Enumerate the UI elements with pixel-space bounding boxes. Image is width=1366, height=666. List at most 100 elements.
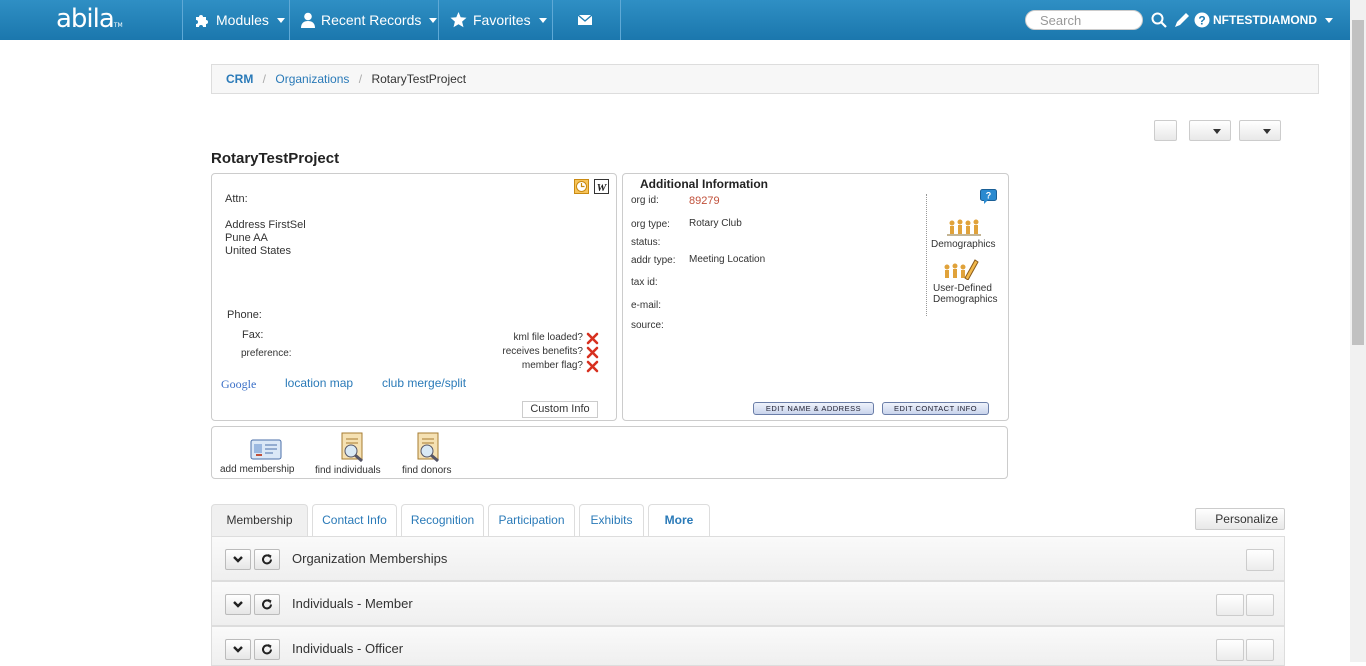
section-title: Individuals - Officer xyxy=(292,641,404,656)
tab-recognition[interactable]: Recognition xyxy=(401,504,484,536)
section-action-button[interactable] xyxy=(1216,594,1244,616)
address-line-3: United States xyxy=(225,245,292,257)
breadcrumb-separator: / xyxy=(358,72,363,86)
addr-type-label: addr type: xyxy=(631,255,676,266)
section-action-button[interactable] xyxy=(1246,594,1274,616)
recent-records-label: Recent Records xyxy=(321,12,422,28)
user-defined-demographics-icon[interactable] xyxy=(943,258,979,280)
refresh-button[interactable] xyxy=(254,639,280,660)
modules-menu[interactable]: Modules xyxy=(194,0,285,40)
club-merge-split-link[interactable]: club merge/split xyxy=(382,376,466,390)
refresh-button[interactable] xyxy=(254,549,280,570)
find-donors-icon[interactable] xyxy=(415,432,443,462)
user-defined-label-2[interactable]: Demographics xyxy=(933,294,997,305)
mail-button[interactable] xyxy=(578,0,592,40)
receives-benefits-label: receives benefits? xyxy=(502,346,583,357)
tab-exhibits[interactable]: Exhibits xyxy=(579,504,644,536)
tab-more[interactable]: More xyxy=(648,504,710,536)
add-membership-link[interactable]: add membership xyxy=(220,464,294,475)
find-donors-link[interactable]: find donors xyxy=(402,465,451,476)
find-individuals-icon[interactable] xyxy=(339,432,367,462)
favorites-label: Favorites xyxy=(473,12,531,28)
clock-icon[interactable] xyxy=(574,179,589,194)
breadcrumb-crm[interactable]: CRM xyxy=(226,72,253,86)
collapse-button[interactable] xyxy=(225,639,251,660)
status-label: status: xyxy=(631,237,661,248)
tab-contact-info[interactable]: Contact Info xyxy=(312,504,397,536)
svg-text:?: ? xyxy=(1198,14,1205,28)
nav-divider xyxy=(438,0,439,40)
page-scrollbar[interactable] xyxy=(1350,0,1366,662)
favorites-menu[interactable]: Favorites xyxy=(450,0,547,40)
personalize-button[interactable]: Personalize xyxy=(1195,508,1285,530)
membership-card-icon[interactable] xyxy=(250,437,282,461)
help-bubble-icon[interactable]: ? xyxy=(980,189,997,205)
caret-down-icon xyxy=(1325,17,1333,23)
org-type-value: Rotary Club xyxy=(689,218,742,229)
recent-records-menu[interactable]: Recent Records xyxy=(301,0,438,40)
caret-down-icon xyxy=(276,17,285,23)
toolbar-button[interactable] xyxy=(1154,120,1177,141)
top-navbar: abilaTM Modules Recent Records Favorites… xyxy=(0,0,1350,40)
additional-info-panel: Additional Information org id: 89279 org… xyxy=(622,173,1009,421)
phone-label: Phone: xyxy=(227,309,262,321)
chevron-down-icon xyxy=(233,556,243,563)
demographics-link[interactable]: Demographics xyxy=(931,239,995,250)
section-title: Individuals - Member xyxy=(292,596,413,611)
custom-info-button[interactable]: Custom Info xyxy=(522,401,598,418)
section-organization-memberships: Organization Memberships xyxy=(211,536,1285,581)
google-logo: Google xyxy=(221,377,257,391)
source-label: source: xyxy=(631,320,664,331)
section-title: Organization Memberships xyxy=(292,551,448,566)
nav-divider xyxy=(182,0,183,40)
x-mark-icon xyxy=(586,332,599,345)
search-icon[interactable] xyxy=(1151,12,1167,28)
section-individuals-member: Individuals - Member xyxy=(211,581,1285,626)
scrollbar-thumb[interactable] xyxy=(1352,20,1364,345)
x-mark-icon xyxy=(586,346,599,359)
member-flag-label: member flag? xyxy=(521,360,583,371)
search-input[interactable]: Search xyxy=(1025,10,1143,30)
tax-id-label: tax id: xyxy=(631,277,658,288)
additional-info-title: Additional Information xyxy=(640,177,768,191)
attn-label: Attn: xyxy=(225,193,248,205)
divider xyxy=(926,194,927,316)
refresh-button[interactable] xyxy=(254,594,280,615)
star-icon xyxy=(450,12,467,28)
puzzle-icon xyxy=(196,15,208,27)
location-map-link[interactable]: location map xyxy=(285,376,353,390)
section-action-button[interactable] xyxy=(1246,549,1274,571)
org-id-value: 89279 xyxy=(689,195,720,207)
section-action-button[interactable] xyxy=(1216,639,1244,661)
collapse-button[interactable] xyxy=(225,594,251,615)
refresh-icon xyxy=(262,554,272,565)
user-menu[interactable]: NFTESTDIAMOND xyxy=(1213,0,1333,40)
toolbar-dropdown[interactable] xyxy=(1239,120,1281,141)
collapse-button[interactable] xyxy=(225,549,251,570)
section-individuals-officer: Individuals - Officer xyxy=(211,626,1285,666)
word-doc-icon[interactable]: W xyxy=(594,179,609,194)
refresh-icon xyxy=(262,644,272,655)
org-type-label: org type: xyxy=(631,219,670,230)
abila-logo[interactable]: abilaTM xyxy=(56,4,123,34)
user-icon xyxy=(301,12,315,28)
pencil-icon[interactable] xyxy=(1174,12,1190,28)
tab-membership[interactable]: Membership xyxy=(211,504,308,536)
help-icon[interactable]: ? xyxy=(1194,12,1210,28)
tab-participation[interactable]: Participation xyxy=(488,504,575,536)
section-action-button[interactable] xyxy=(1246,639,1274,661)
find-individuals-link[interactable]: find individuals xyxy=(315,465,381,476)
user-defined-label-1[interactable]: User-Defined xyxy=(933,283,992,294)
kml-loaded-label: kml file loaded? xyxy=(513,332,583,343)
user-name: NFTESTDIAMOND xyxy=(1213,13,1317,27)
breadcrumb-organizations[interactable]: Organizations xyxy=(275,72,349,86)
demographics-people-icon[interactable] xyxy=(947,219,981,237)
envelope-icon xyxy=(578,15,592,25)
edit-contact-info-button[interactable]: EDIT CONTACT INFO xyxy=(882,402,989,415)
edit-name-address-button[interactable]: EDIT NAME & ADDRESS xyxy=(753,402,874,415)
refresh-icon xyxy=(262,599,272,610)
caret-down-icon xyxy=(1263,129,1271,134)
actions-panel: add membership find individuals find don… xyxy=(211,426,1008,479)
breadcrumb-current: RotaryTestProject xyxy=(371,72,467,86)
toolbar-dropdown[interactable] xyxy=(1189,120,1231,141)
